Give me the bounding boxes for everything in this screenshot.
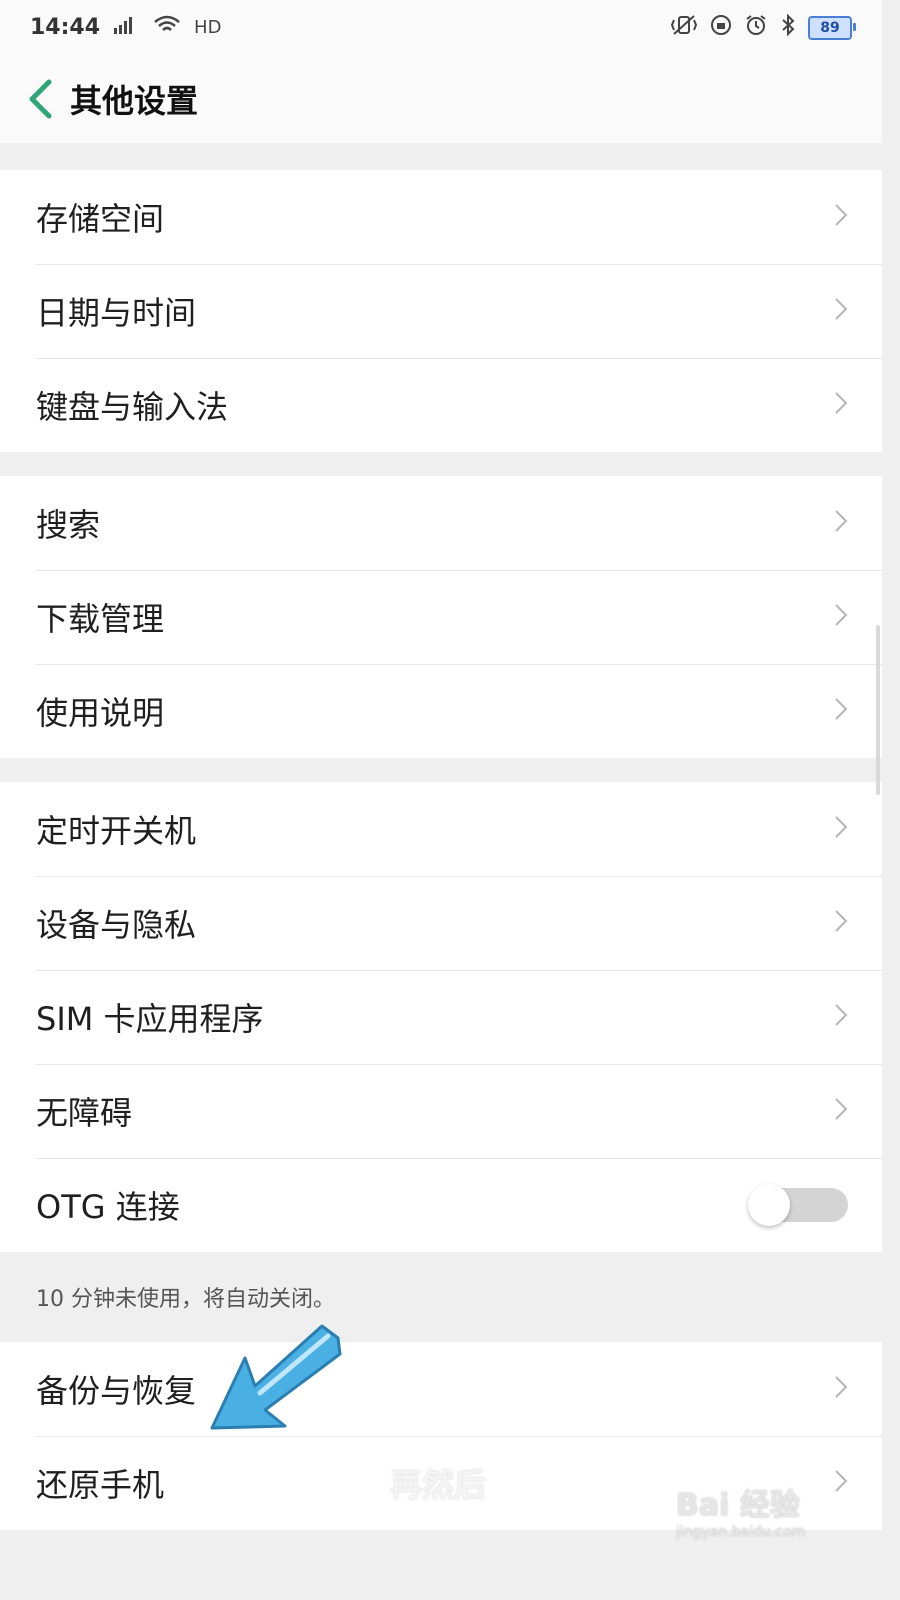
settings-item-scheduled-power[interactable]: 定时开关机 [0, 782, 882, 876]
chevron-right-icon [834, 509, 848, 537]
chevron-right-icon [834, 1375, 848, 1403]
hd-icon: HD [194, 17, 222, 38]
settings-item-device-privacy[interactable]: 设备与隐私 [0, 876, 882, 970]
page-title: 其他设置 [70, 82, 199, 120]
scrollbar[interactable] [876, 625, 880, 795]
app-header: 其他设置 [0, 55, 882, 143]
settings-item-sim-apps[interactable]: SIM 卡应用程序 [0, 970, 882, 1064]
otg-toggle[interactable] [748, 1184, 848, 1226]
settings-item-keyboard[interactable]: 键盘与输入法 [0, 358, 882, 452]
signal-icon [112, 15, 140, 40]
chevron-right-icon [834, 815, 848, 843]
pointer-arrow-icon [200, 1318, 350, 1448]
alarm-icon [744, 14, 768, 41]
settings-item-backup-restore[interactable]: 备份与恢复 [0, 1342, 882, 1436]
toggle-knob [748, 1184, 790, 1226]
chevron-right-icon [834, 909, 848, 937]
settings-item-download-manager[interactable]: 下载管理 [0, 570, 882, 664]
watermark-url: jingyan.baidu.com [676, 1524, 806, 1540]
watermark-logo: Bai 经验 [676, 1488, 800, 1523]
settings-item-label: 无障碍 [36, 1094, 133, 1132]
chevron-right-icon [834, 1003, 848, 1031]
baidu-watermark: Bai 经验 jingyan.baidu.com [676, 1480, 805, 1540]
chevron-right-icon [834, 1097, 848, 1125]
chevron-right-icon [834, 697, 848, 725]
settings-item-search[interactable]: 搜索 [0, 476, 882, 570]
chevron-right-icon [834, 203, 848, 231]
back-arrow-icon[interactable] [10, 55, 70, 143]
settings-item-label: 定时开关机 [36, 812, 197, 850]
settings-item-label: OTG 连接 [36, 1188, 180, 1226]
settings-item-label: 下载管理 [36, 600, 165, 638]
settings-item-label: 设备与隐私 [36, 906, 197, 944]
settings-group-system: 定时开关机 设备与隐私 SIM 卡应用程序 无障碍 OTG 连接 [0, 782, 882, 1252]
settings-item-label: 存储空间 [36, 200, 165, 238]
overlay-caption: 再然后 [390, 1466, 487, 1504]
settings-item-label: 键盘与输入法 [36, 388, 229, 426]
vibrate-icon [670, 14, 698, 41]
settings-item-user-guide[interactable]: 使用说明 [0, 664, 882, 758]
settings-item-date-time[interactable]: 日期与时间 [0, 264, 882, 358]
settings-group-search: 搜索 下载管理 使用说明 [0, 476, 882, 758]
settings-item-label: 日期与时间 [36, 294, 197, 332]
status-bar-left: 14:44 HD [30, 14, 221, 41]
chevron-right-icon [834, 603, 848, 631]
settings-item-label: 使用说明 [36, 694, 165, 732]
chevron-right-icon [834, 297, 848, 325]
bluetooth-icon [780, 13, 796, 41]
settings-item-label: 搜索 [36, 506, 101, 544]
settings-item-label: SIM 卡应用程序 [36, 1000, 264, 1038]
otg-note: 10 分钟未使用，将自动关闭。 [36, 1287, 335, 1312]
chevron-right-icon [834, 1469, 848, 1497]
wifi-icon [152, 14, 182, 41]
settings-item-storage[interactable]: 存储空间 [0, 170, 882, 264]
battery-icon: 89 [808, 15, 856, 40]
status-bar: 14:44 HD 89 [0, 0, 882, 55]
settings-item-label: 备份与恢复 [36, 1372, 197, 1410]
settings-group-storage: 存储空间 日期与时间 键盘与输入法 [0, 170, 882, 452]
settings-item-otg: OTG 连接 [0, 1158, 882, 1252]
settings-item-accessibility[interactable]: 无障碍 [0, 1064, 882, 1158]
clock: 14:44 [30, 15, 101, 40]
status-bar-right: 89 [670, 13, 856, 41]
settings-item-label: 还原手机 [36, 1466, 165, 1504]
lock-rotation-icon [710, 14, 732, 41]
chevron-right-icon [834, 391, 848, 419]
